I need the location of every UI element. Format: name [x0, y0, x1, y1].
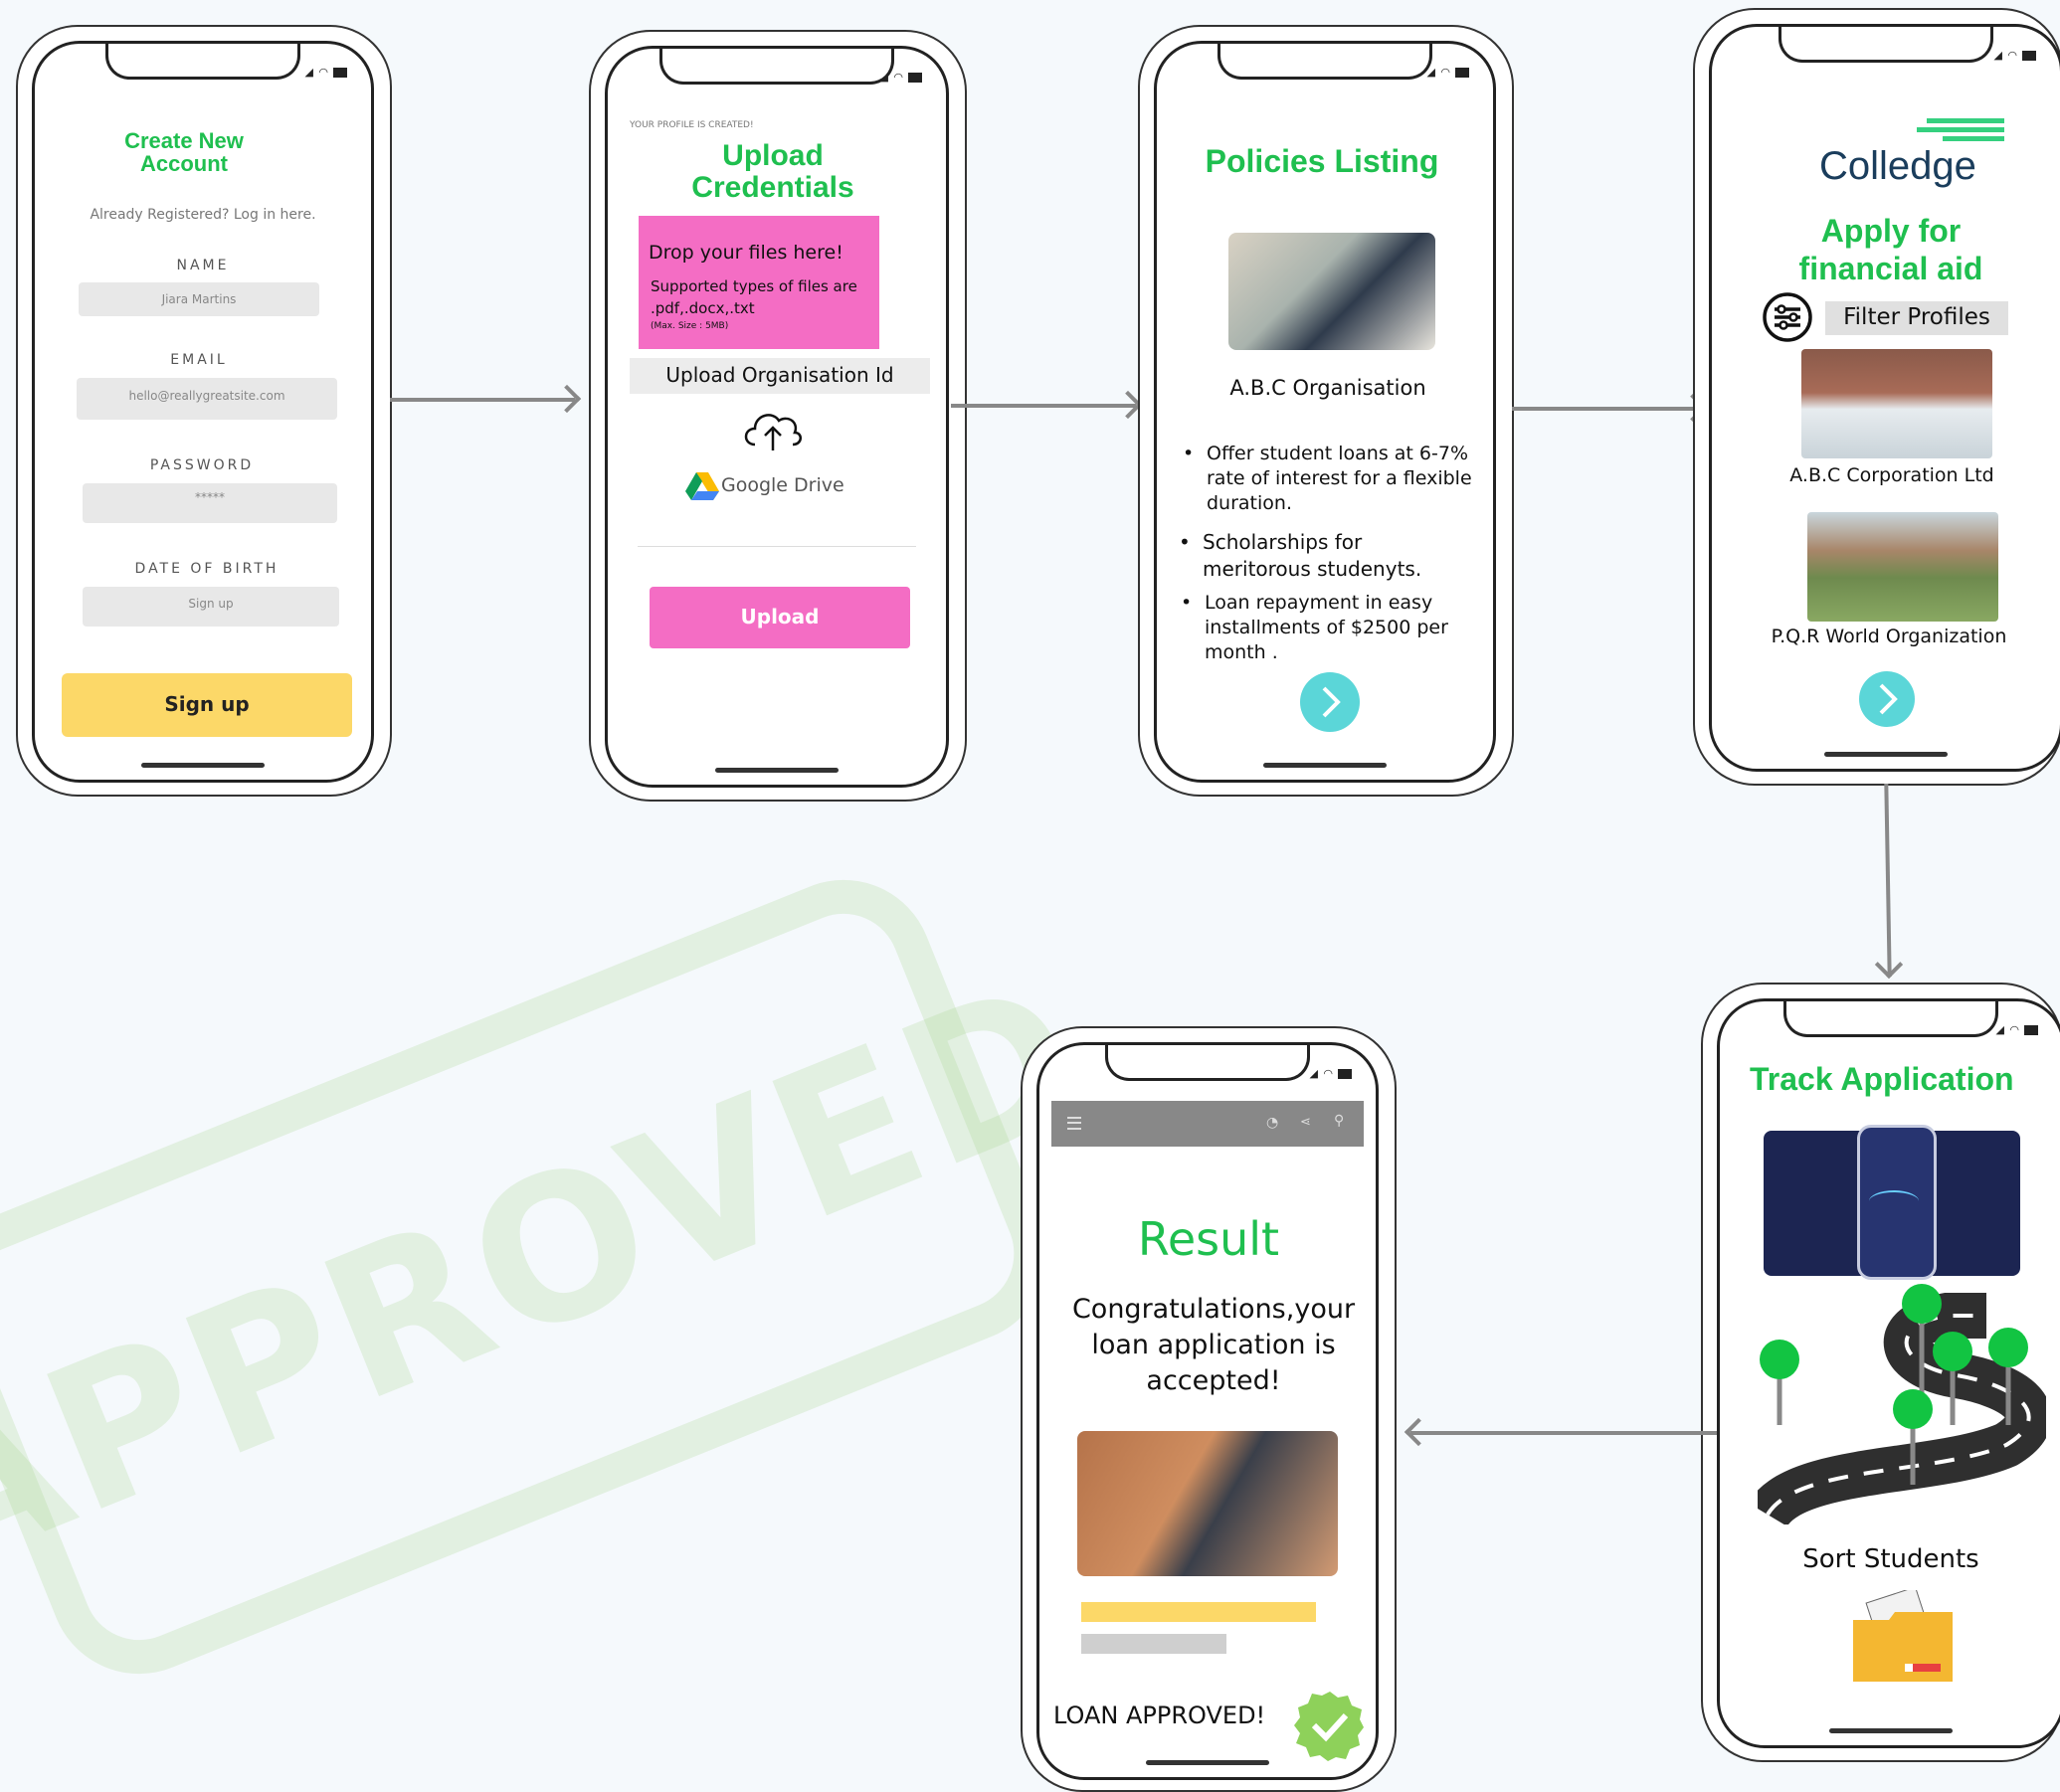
screen-track-application: ◢ ◠ Track Application Sort Students [1717, 998, 2060, 1748]
drop-title: Drop your files here! [649, 242, 843, 264]
bell-icon[interactable]: ◔ [1266, 1115, 1278, 1131]
filter-icon[interactable] [1762, 291, 1813, 347]
policy-item-2: Scholarships formeritorous studenyts. [1179, 529, 1421, 583]
check-icon [1294, 1690, 1366, 1765]
result-message: Congratulations,your loan application is a… [1071, 1294, 1356, 1396]
flow-arrow-4 [1884, 783, 1892, 978]
loan-status: LOAN APPROVED! [1053, 1702, 1266, 1729]
status-icons: ◢ ◠ [1995, 1023, 2038, 1036]
organisation-name: A.B.C Organisation [1229, 376, 1426, 400]
screen-result: ◢ ◠ ◔ ⋖ ⚲ Result Congratulations,your loa… [1036, 1042, 1379, 1780]
flow-arrow-3 [1512, 407, 1701, 411]
screen-apply-financial-aid: ◢ ◠ Colledge Apply for financial aid Filt… [1709, 24, 2060, 772]
login-link[interactable]: Already Registered? Log in here. [35, 207, 371, 223]
status-icons: ◢ ◠ [1426, 66, 1469, 79]
drop-types-2: .pdf,.docx,.txt [651, 299, 755, 317]
approved-stamp: APPROVED [0, 852, 1114, 1702]
next-arrow-button[interactable] [1859, 671, 1915, 727]
profile-image-pqr[interactable] [1807, 512, 1998, 622]
share-icon[interactable]: ⋖ [1300, 1115, 1311, 1130]
profile-name-abc[interactable]: A.B.C Corporation Ltd [1712, 464, 2060, 486]
name-label: NAME [176, 258, 230, 273]
status-icons: ◢ ◠ [1993, 49, 2036, 62]
drop-types-1: Supported types of files are [651, 277, 857, 295]
brand-name: Colledge [1819, 144, 1976, 188]
flow-arrow-4-head [1874, 950, 1904, 980]
profile-image-abc[interactable] [1801, 349, 1992, 458]
flow-arrow-1 [390, 398, 575, 402]
screen-policies-listing: ◢ ◠ Policies Listing A.B.C Organisation … [1154, 41, 1496, 783]
app-toolbar: ◔ ⋖ ⚲ [1051, 1101, 1364, 1147]
phone-policies-listing: ◢ ◠ Policies Listing A.B.C Organisation … [1138, 25, 1514, 797]
status-icons: ◢ ◠ [1309, 1067, 1352, 1080]
google-drive-label[interactable]: Google Drive [721, 474, 844, 496]
name-field[interactable]: Jiara Martins [79, 282, 319, 316]
upload-org-id-field[interactable]: Upload Organisation Id [630, 358, 930, 394]
stamp-text: APPROVED [0, 935, 1114, 1619]
file-drop-zone[interactable]: Drop your files here! Supported types of… [639, 216, 879, 349]
policy-item-3: Loan repayment in easyinstallments of $2… [1181, 591, 1448, 665]
profile-created-note: YOUR PROFILE IS CREATED! [630, 120, 754, 130]
phone-result: ◢ ◠ ◔ ⋖ ⚲ Result Congratulations,your loa… [1021, 1026, 1397, 1792]
page-title: Apply for financial aid [1798, 213, 1983, 286]
phone-apply-financial-aid: ◢ ◠ Colledge Apply for financial aid Filt… [1693, 8, 2060, 786]
dob-label: DATE OF BIRTH [134, 561, 280, 577]
page-title: Create New Account [124, 128, 244, 176]
sort-students-label[interactable]: Sort Students [1720, 1544, 2060, 1574]
page-title: Result [1137, 1212, 1280, 1266]
phone-upload-credentials: ◢ ◠ YOUR PROFILE IS CREATED! Upload Crede… [589, 30, 967, 802]
email-label: EMAIL [170, 352, 228, 368]
flow-arrow-5 [1410, 1431, 1717, 1435]
phone-create-account: ◢ ◠ Create New Account Already Registered… [16, 25, 392, 797]
page-title: Track Application [1750, 1061, 2014, 1097]
menu-icon-mid [1067, 1122, 1081, 1124]
dob-field[interactable]: Sign up [83, 587, 339, 627]
tracking-dashboard-image [1764, 1125, 2020, 1280]
signup-button[interactable]: Sign up [62, 673, 352, 737]
page-title: Policies Listing [1205, 143, 1439, 179]
phone-track-application: ◢ ◠ Track Application Sort Students [1701, 983, 2060, 1762]
status-icons: ◢ ◠ [879, 71, 922, 84]
progress-bar-primary [1081, 1602, 1316, 1622]
password-field[interactable]: ***** [83, 483, 337, 523]
password-label: PASSWORD [149, 457, 255, 473]
cloud-upload-icon[interactable] [739, 405, 807, 458]
status-icons: ◢ ◠ [304, 66, 347, 79]
brand-logo-icon [1917, 118, 2004, 141]
email-field[interactable]: hello@reallygreatsite.com [77, 378, 337, 420]
page-title: Upload Credentials [691, 139, 854, 204]
screen-upload-credentials: ◢ ◠ YOUR PROFILE IS CREATED! Upload Crede… [605, 46, 949, 788]
progress-bar-secondary [1081, 1634, 1226, 1654]
policy-item-1: Offer student loans at 6-7%rate of inter… [1183, 442, 1472, 516]
drop-max-size: (Max. Size : 5MB) [651, 321, 729, 331]
screen-create-account: ◢ ◠ Create New Account Already Registered… [32, 41, 374, 783]
folder-icon[interactable] [1849, 1586, 1957, 1690]
filter-profiles-button[interactable]: Filter Profiles [1825, 301, 2008, 335]
flow-arrow-2 [951, 404, 1136, 408]
search-icon[interactable]: ⚲ [1334, 1113, 1344, 1129]
laptop-image [1077, 1431, 1338, 1576]
next-arrow-button[interactable] [1300, 672, 1360, 732]
roadmap-illustration [1748, 1276, 2052, 1529]
upload-button[interactable]: Upload [650, 587, 910, 648]
divider [638, 546, 916, 547]
business-meeting-image [1228, 233, 1435, 350]
profile-name-pqr[interactable]: P.Q.R World Organization [1712, 626, 2060, 647]
google-drive-icon[interactable] [685, 470, 719, 504]
